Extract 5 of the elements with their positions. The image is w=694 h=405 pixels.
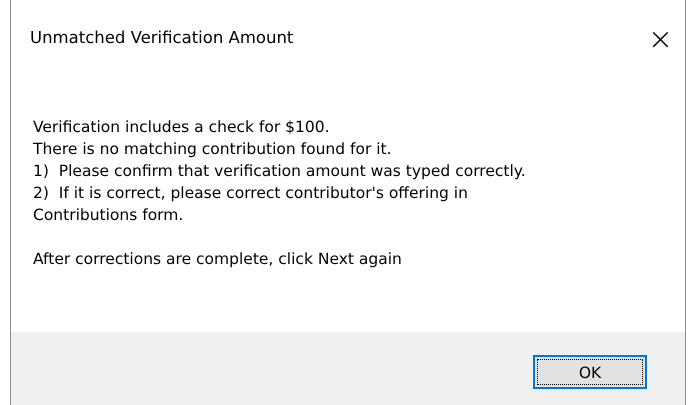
ok-button[interactable]: OK: [533, 354, 647, 388]
window-title: Unmatched Verification Amount: [30, 28, 294, 47]
close-button[interactable]: ×: [648, 28, 673, 52]
message-text: Verification includes a check for $100. There is no matching contribution found for it. 1) Please confirm that verification amount was typed correctly. 2) If it is correct, please correct contributor's offering in Contributions form.: [33, 117, 527, 226]
note-text: After corrections are complete, click Next again: [33, 249, 403, 270]
